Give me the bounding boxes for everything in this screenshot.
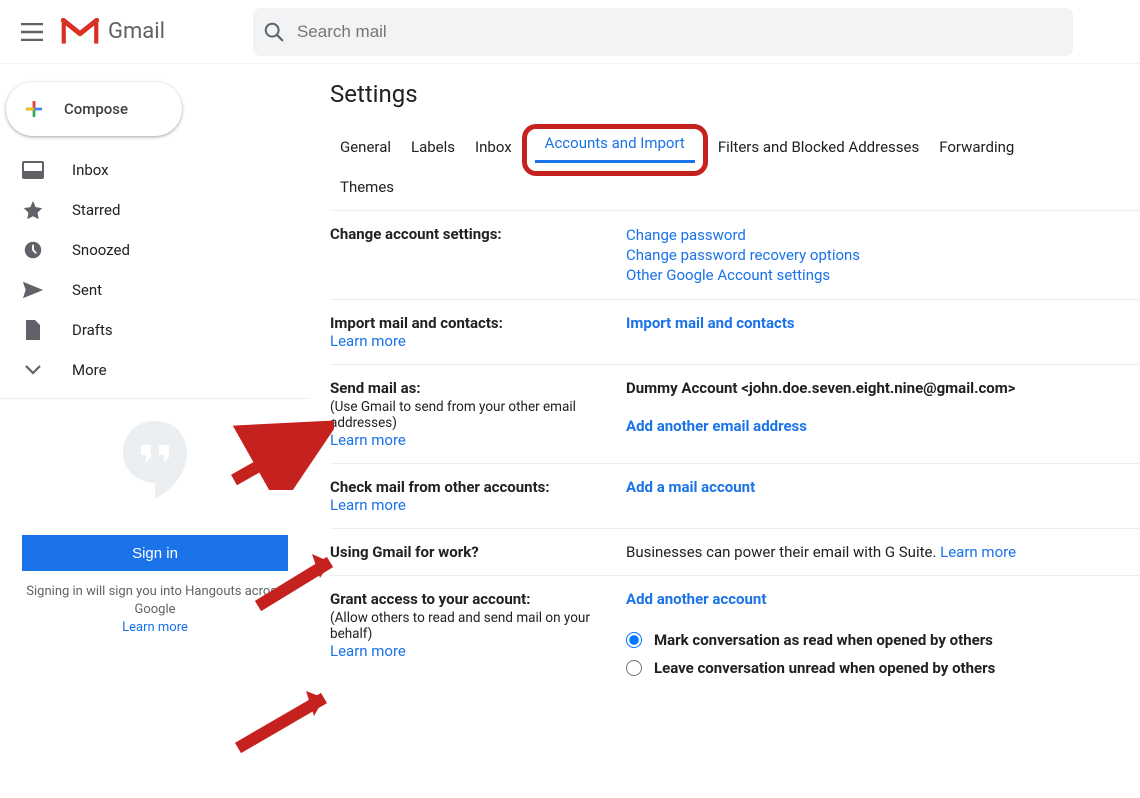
- main-menu-button[interactable]: [8, 8, 56, 56]
- tab-labels[interactable]: Labels: [401, 130, 465, 170]
- section-heading: Send mail as:: [330, 379, 626, 397]
- send-as-learn-more-link[interactable]: Learn more: [330, 431, 406, 449]
- section-heading: Change account settings:: [330, 225, 502, 243]
- change-password-link[interactable]: Change password: [626, 226, 746, 244]
- section-heading: Using Gmail for work?: [330, 543, 626, 561]
- app-header: Gmail: [0, 0, 1140, 64]
- mark-read-label[interactable]: Mark conversation as read when opened by…: [654, 631, 993, 649]
- add-another-account-link[interactable]: Add another account: [626, 590, 766, 608]
- work-description: Businesses can power their email with G …: [626, 543, 940, 561]
- sidebar-item-label: More: [44, 361, 107, 379]
- sidebar-item-drafts[interactable]: Drafts: [0, 310, 310, 350]
- gmail-logo-text: Gmail: [100, 19, 165, 44]
- section-grant-access: Grant access to your account: (Allow oth…: [330, 576, 1140, 696]
- tab-themes[interactable]: Themes: [330, 170, 404, 210]
- work-learn-more-link[interactable]: Learn more: [940, 543, 1016, 561]
- gmail-m-icon: [60, 17, 100, 47]
- search-bar[interactable]: [253, 8, 1073, 56]
- hangouts-desc: Signing in will sign you into Hangouts a…: [26, 584, 283, 617]
- grant-learn-more-link[interactable]: Learn more: [330, 642, 406, 660]
- sidebar: Compose Inbox Starred Snoozed Sent Draft…: [0, 64, 310, 798]
- section-subtext: (Allow others to read and send mail on y…: [330, 608, 626, 642]
- section-heading: Import mail and contacts:: [330, 314, 626, 332]
- sidebar-item-label: Sent: [44, 281, 102, 299]
- check-mail-learn-more-link[interactable]: Learn more: [330, 496, 406, 514]
- add-another-email-link[interactable]: Add another email address: [626, 417, 807, 435]
- sidebar-item-inbox[interactable]: Inbox: [0, 150, 310, 190]
- sidebar-item-snoozed[interactable]: Snoozed: [0, 230, 310, 270]
- tab-inbox[interactable]: Inbox: [465, 130, 522, 170]
- add-mail-account-link[interactable]: Add a mail account: [626, 478, 755, 496]
- chevron-down-icon: [22, 359, 44, 381]
- tab-accounts-and-import[interactable]: Accounts and Import: [535, 126, 695, 163]
- hamburger-icon: [21, 23, 43, 41]
- file-icon: [22, 319, 44, 341]
- annotation-highlight-box: Accounts and Import: [522, 124, 708, 176]
- hangouts-icon: [117, 415, 193, 503]
- gmail-logo[interactable]: Gmail: [56, 17, 173, 47]
- mark-read-radio[interactable]: [626, 632, 642, 648]
- section-send-mail-as: Send mail as: (Use Gmail to send from yo…: [330, 365, 1140, 464]
- hangouts-panel: Sign in Signing in will sign you into Ha…: [0, 399, 310, 637]
- star-icon: [22, 199, 44, 221]
- sidebar-item-label: Snoozed: [44, 241, 130, 259]
- send-as-account-value: Dummy Account <john.doe.seven.eight.nine…: [626, 379, 1130, 417]
- settings-body: Change account settings: Change password…: [330, 211, 1140, 696]
- settings-tabs-row: General Labels Inbox Accounts and Import…: [330, 120, 1140, 211]
- import-learn-more-link[interactable]: Learn more: [330, 332, 406, 350]
- sidebar-item-sent[interactable]: Sent: [0, 270, 310, 310]
- search-input[interactable]: [285, 22, 1063, 42]
- inbox-icon: [22, 159, 44, 181]
- change-recovery-link[interactable]: Change password recovery options: [626, 246, 860, 264]
- sidebar-item-label: Inbox: [44, 161, 109, 179]
- sidebar-item-starred[interactable]: Starred: [0, 190, 310, 230]
- hangouts-learn-more-link[interactable]: Learn more: [122, 620, 188, 635]
- import-mail-action-link[interactable]: Import mail and contacts: [626, 314, 795, 332]
- section-check-mail: Check mail from other accounts: Learn mo…: [330, 464, 1140, 529]
- plus-icon: [18, 93, 50, 125]
- sidebar-item-more[interactable]: More: [0, 350, 310, 390]
- other-account-settings-link[interactable]: Other Google Account settings: [626, 266, 830, 284]
- hangouts-signin-button[interactable]: Sign in: [22, 535, 288, 571]
- clock-icon: [22, 239, 44, 261]
- page-title: Settings: [330, 80, 1140, 120]
- leave-unread-label[interactable]: Leave conversation unread when opened by…: [654, 659, 995, 677]
- compose-label: Compose: [50, 100, 128, 118]
- tab-forwarding[interactable]: Forwarding: [929, 130, 1024, 170]
- section-change-account: Change account settings: Change password…: [330, 211, 1140, 300]
- section-import-mail: Import mail and contacts: Learn more Imp…: [330, 300, 1140, 365]
- send-icon: [22, 279, 44, 301]
- nav-list: Inbox Starred Snoozed Sent Drafts More: [0, 150, 310, 390]
- settings-content: Settings General Labels Inbox Accounts a…: [310, 64, 1140, 798]
- sidebar-item-label: Drafts: [44, 321, 113, 339]
- compose-button[interactable]: Compose: [6, 82, 182, 136]
- hangouts-signin-text: Signing in will sign you into Hangouts a…: [0, 571, 310, 637]
- search-icon: [263, 21, 285, 43]
- section-subtext: (Use Gmail to send from your other email…: [330, 397, 626, 431]
- sidebar-item-label: Starred: [44, 201, 120, 219]
- section-heading: Check mail from other accounts:: [330, 478, 626, 496]
- tab-general[interactable]: General: [330, 130, 401, 170]
- section-heading: Grant access to your account:: [330, 590, 626, 608]
- section-gmail-for-work: Using Gmail for work? Businesses can pow…: [330, 529, 1140, 576]
- tab-filters[interactable]: Filters and Blocked Addresses: [708, 130, 929, 170]
- leave-unread-radio[interactable]: [626, 660, 642, 676]
- settings-tabs: General Labels Inbox Accounts and Import…: [330, 120, 1140, 170]
